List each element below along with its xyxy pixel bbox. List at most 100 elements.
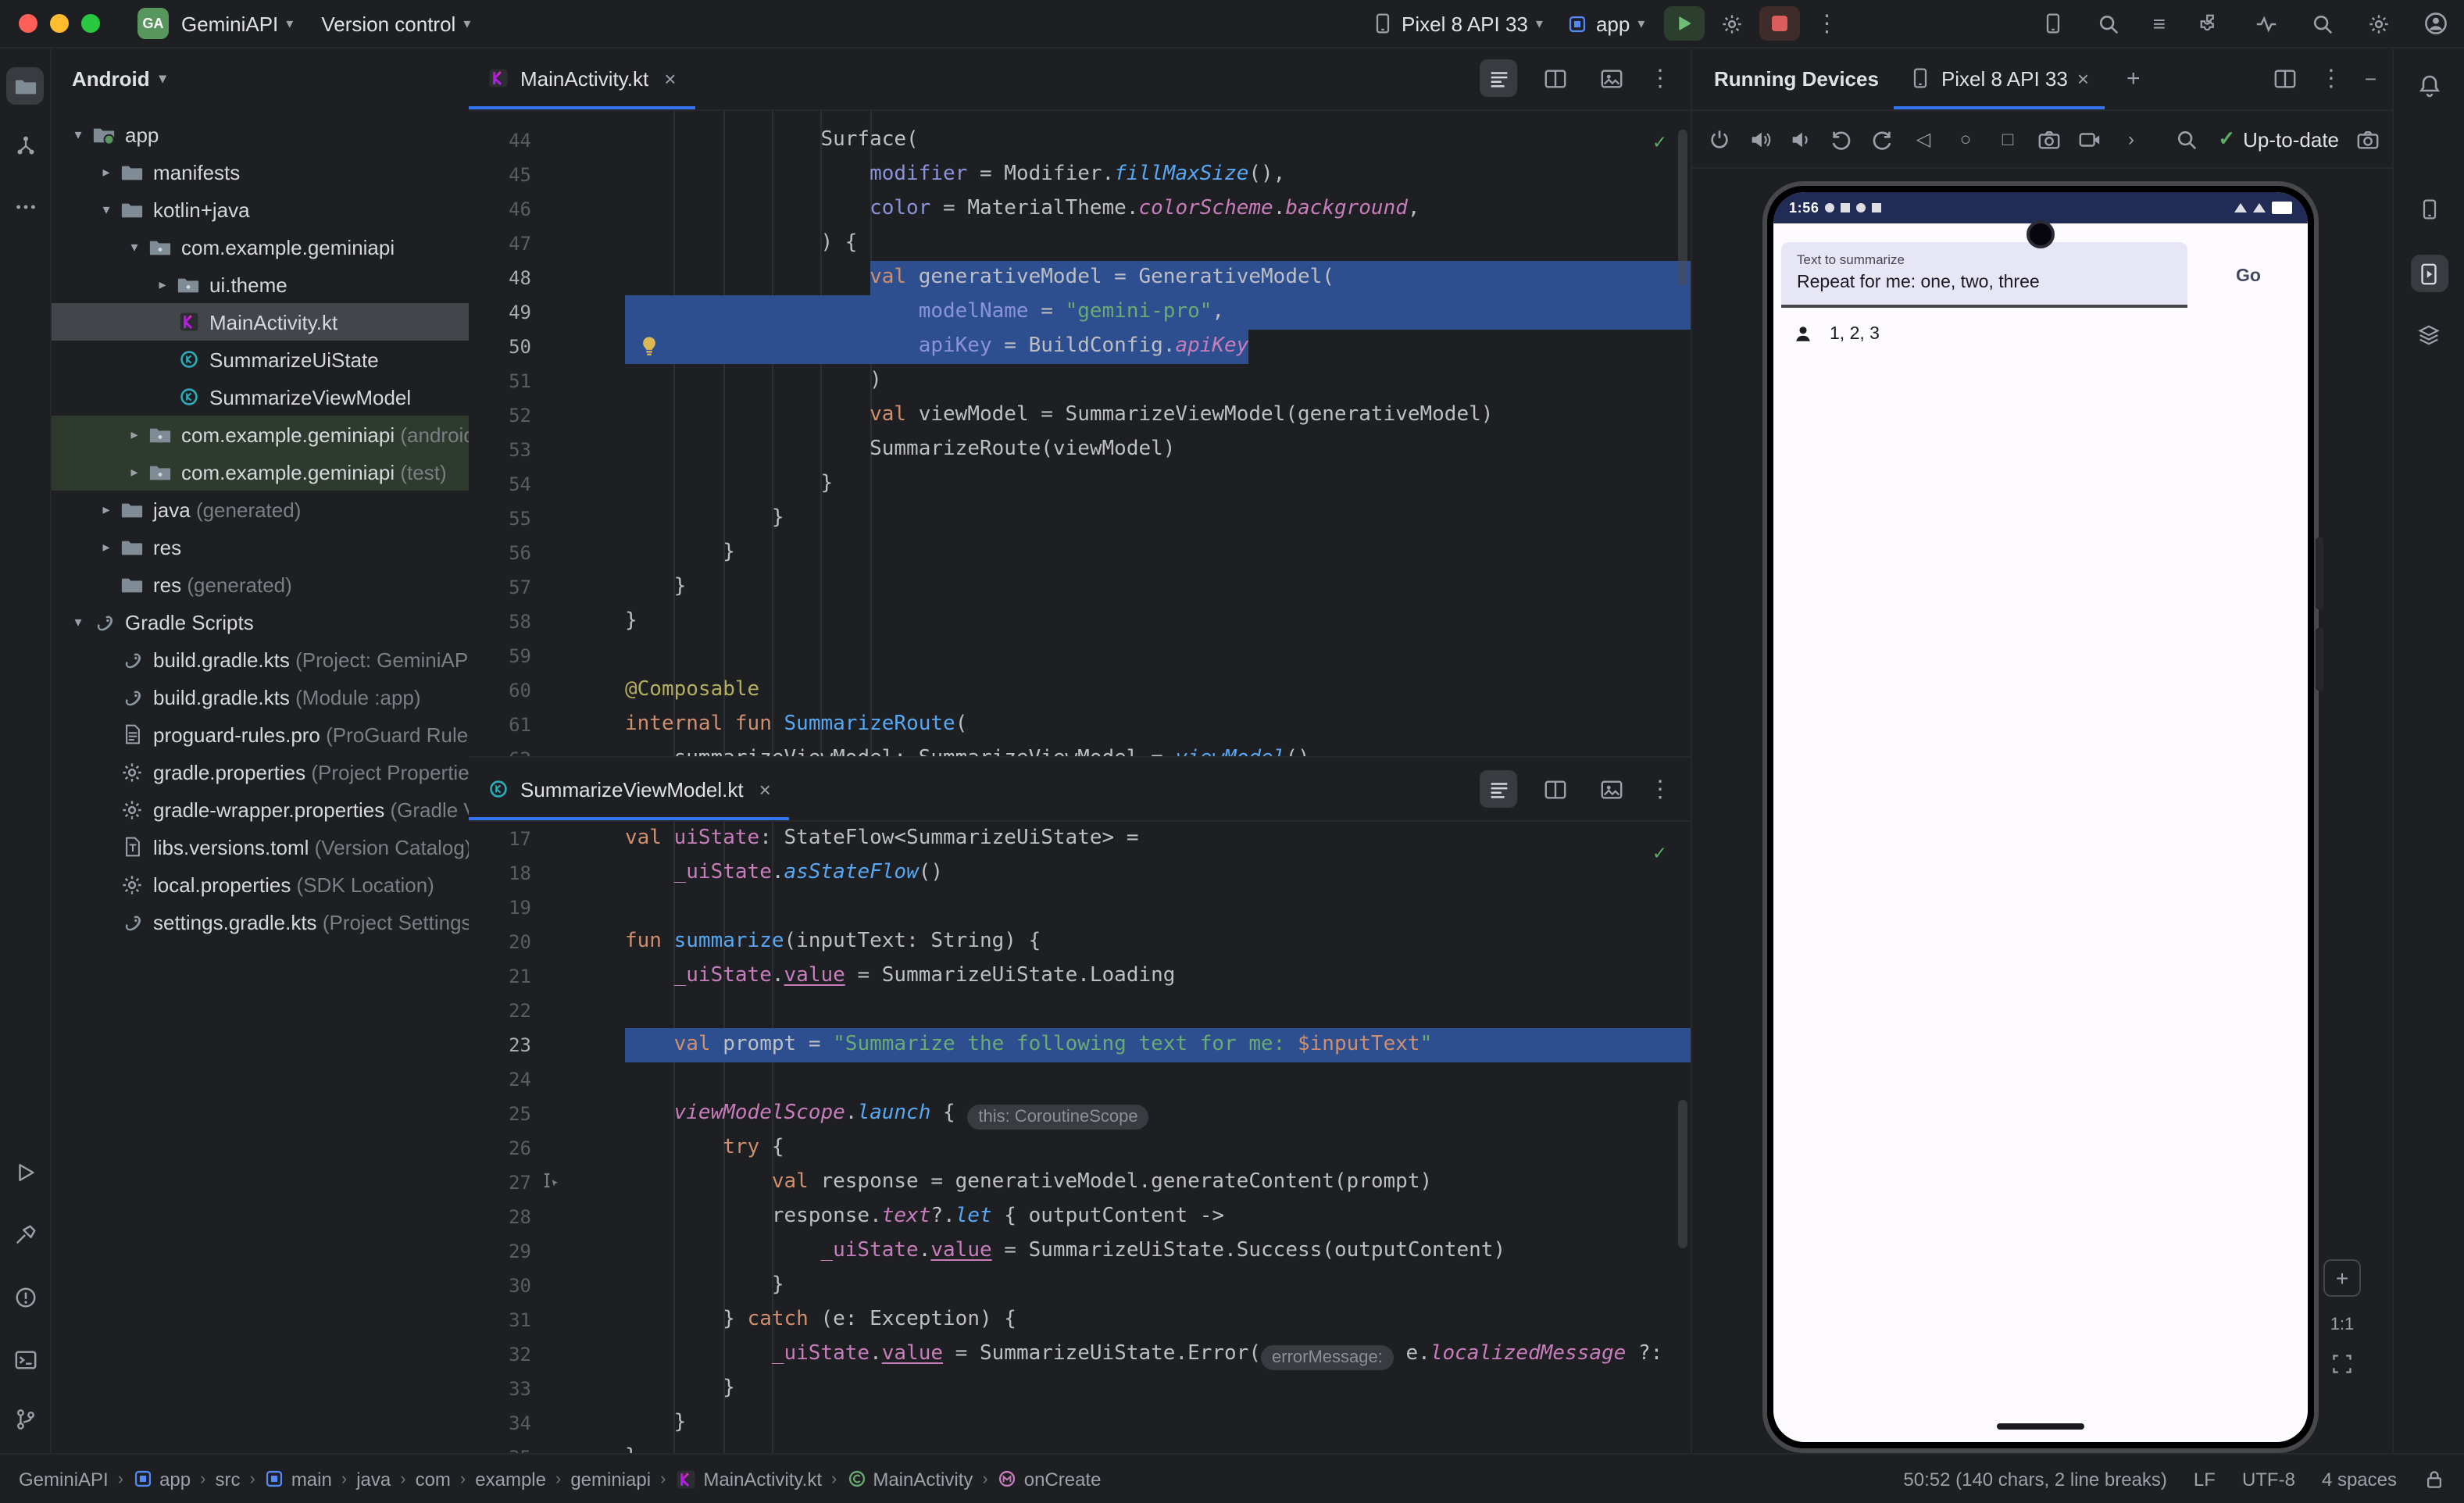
zoom-in-button[interactable]: + (2323, 1259, 2361, 1297)
tree-item-settings-gradle-kts-project-settings-[interactable]: settings.gradle.kts (Project Settings) (50, 903, 469, 941)
tree-item-res-generated-[interactable]: res (generated) (50, 566, 469, 603)
code-view-button[interactable] (1480, 770, 1517, 808)
panel-more-icon[interactable]: ⋮ (2319, 64, 2343, 92)
plugins-icon[interactable] (2198, 12, 2222, 35)
menu-lines-icon[interactable]: ≡ (2153, 11, 2166, 36)
device-manager-tool-button[interactable] (2410, 191, 2448, 228)
run-configuration-selector[interactable]: app ▾ (1568, 12, 1644, 35)
code-line-19[interactable]: 19 (469, 891, 1691, 925)
tree-item-mainactivity-kt[interactable]: MainActivity.kt (50, 303, 469, 341)
line-number[interactable]: 31 (469, 1303, 531, 1337)
line-number[interactable]: 20 (469, 925, 531, 959)
screen-record-icon[interactable] (2078, 127, 2102, 151)
go-button[interactable]: Go (2236, 267, 2261, 286)
running-devices-tool-button[interactable] (2410, 255, 2448, 292)
code-line-49[interactable]: 49 modelName = "gemini-pro", (469, 295, 1691, 330)
code-view-button[interactable] (1480, 59, 1517, 97)
run-tool-button[interactable] (6, 1153, 44, 1191)
line-number[interactable]: 52 (469, 398, 531, 433)
code-line-51[interactable]: 51 ) (469, 364, 1691, 398)
line-number[interactable]: 17 (469, 822, 531, 856)
tree-item-java-generated-[interactable]: ▸java (generated) (50, 491, 469, 528)
code-line-17[interactable]: 17val uiState: StateFlow<SummarizeUiStat… (469, 822, 1691, 856)
tree-item-res[interactable]: ▸res (50, 528, 469, 566)
code-line-32[interactable]: 32 _uiState.value = SummarizeUiState.Err… (469, 1337, 1691, 1372)
chevron-right-icon[interactable]: › (2119, 128, 2144, 150)
line-number[interactable]: 57 (469, 570, 531, 605)
breadcrumb-item-example[interactable]: example (475, 1468, 546, 1490)
editor-mainactivity[interactable]: ✓ 44 Surface(45 modifier = Modifier.fill… (469, 111, 1691, 756)
code-line-20[interactable]: 20fun summarize(inputText: String) { (469, 925, 1691, 959)
breadcrumb-item-java[interactable]: java (356, 1468, 391, 1490)
code-line-27[interactable]: 27 val response = generativeModel.genera… (469, 1166, 1691, 1200)
project-menu[interactable]: GeminiAPI ▾ (181, 12, 293, 35)
breadcrumb-item-main[interactable]: main (265, 1468, 332, 1490)
code-line-47[interactable]: 47 ) { (469, 227, 1691, 261)
fit-to-window-icon[interactable] (2331, 1353, 2353, 1375)
scrollbar-thumb[interactable] (1678, 130, 1687, 286)
tree-item-build-gradle-kts-project-geminiapi-[interactable]: build.gradle.kts (Project: GeminiAPI) (50, 641, 469, 678)
line-number[interactable]: 54 (469, 467, 531, 502)
snapshot-camera-icon[interactable] (2356, 127, 2380, 151)
code-line-23[interactable]: 23 val prompt = "Summarize the following… (469, 1028, 1691, 1062)
line-number[interactable]: 33 (469, 1372, 531, 1406)
zoom-icon[interactable] (2174, 127, 2198, 151)
code-line-62[interactable]: 62 summarizeViewModel: SummarizeViewMode… (469, 742, 1691, 756)
caret-position[interactable]: 50:52 (140 chars, 2 line breaks) (1903, 1468, 2167, 1490)
line-number[interactable]: 27 (469, 1166, 531, 1200)
settings-gear-icon[interactable] (2367, 12, 2391, 35)
line-number[interactable]: 58 (469, 605, 531, 639)
device-selector[interactable]: Pixel 8 API 33 ▾ (1372, 12, 1543, 35)
line-number[interactable]: 26 (469, 1131, 531, 1166)
caret-marker-icon[interactable] (541, 1170, 561, 1191)
breadcrumb-item-oncreate[interactable]: onCreate (998, 1468, 1102, 1490)
tree-item-libs-versions-toml-version-catalog-[interactable]: libs.versions.toml (Version Catalog) (50, 828, 469, 866)
code-line-57[interactable]: 57 } (469, 570, 1691, 605)
tree-item-gradle-scripts[interactable]: ▾Gradle Scripts (50, 603, 469, 641)
tree-item-summarizeviewmodel[interactable]: SummarizeViewModel (50, 378, 469, 416)
line-separator[interactable]: LF (2194, 1468, 2216, 1490)
breadcrumb-item-mainactivity[interactable]: MainActivity (846, 1468, 973, 1490)
more-actions-icon[interactable]: ⋮ (1815, 9, 1838, 37)
line-number[interactable]: 53 (469, 433, 531, 467)
field-value[interactable]: Repeat for me: one, two, three (1797, 273, 2172, 292)
text-to-summarize-field[interactable]: Text to summarize Repeat for me: one, tw… (1781, 242, 2187, 308)
line-number[interactable]: 24 (469, 1062, 531, 1097)
chevron-expanded-icon[interactable]: ▾ (94, 201, 119, 218)
project-tool-button[interactable] (6, 67, 44, 105)
tree-item-proguard-rules-pro-proguard-rules-for-release-[interactable]: proguard-rules.pro (ProGuard Rules for "… (50, 716, 469, 753)
line-number[interactable]: 28 (469, 1200, 531, 1234)
code-line-28[interactable]: 28 response.text?.let { outputContent -> (469, 1200, 1691, 1234)
editor-more-icon[interactable]: ⋮ (1648, 64, 1672, 92)
build-settings-gear-icon[interactable] (1719, 12, 1743, 35)
tree-item-gradle-properties-project-properties-[interactable]: gradle.properties (Project Properties) (50, 753, 469, 791)
volume-down-icon[interactable] (1789, 127, 1812, 151)
code-line-31[interactable]: 31 } catch (e: Exception) { (469, 1303, 1691, 1337)
line-number[interactable]: 25 (469, 1097, 531, 1131)
close-tab-icon[interactable]: × (2077, 66, 2089, 90)
search-everywhere-icon[interactable] (2311, 12, 2334, 35)
terminal-tool-button[interactable] (6, 1341, 44, 1378)
close-window-button[interactable] (19, 14, 37, 33)
code-line-61[interactable]: 61internal fun SummarizeRoute( (469, 708, 1691, 742)
chevron-collapsed-icon[interactable]: ▸ (94, 538, 119, 555)
line-number[interactable]: 29 (469, 1234, 531, 1269)
line-number[interactable]: 51 (469, 364, 531, 398)
structure-tool-button[interactable] (6, 127, 44, 164)
breadcrumb-item-app[interactable]: app (133, 1468, 191, 1490)
tab-summarizeviewmodel[interactable]: SummarizeViewModel.kt × (469, 758, 790, 820)
code-line-22[interactable]: 22 (469, 994, 1691, 1028)
line-number[interactable]: 62 (469, 742, 531, 756)
line-number[interactable]: 19 (469, 891, 531, 925)
line-number[interactable]: 56 (469, 536, 531, 570)
editor-summarizeviewmodel[interactable]: ✓ 17val uiState: StateFlow<SummarizeUiSt… (469, 822, 1691, 1458)
user-avatar-icon[interactable] (2423, 11, 2448, 36)
code-line-52[interactable]: 52 val viewModel = SummarizeViewModel(ge… (469, 398, 1691, 433)
tree-item-kotlin-java[interactable]: ▾kotlin+java (50, 191, 469, 228)
line-number[interactable]: 50 (469, 330, 531, 364)
line-number[interactable]: 59 (469, 639, 531, 673)
code-line-46[interactable]: 46 color = MaterialTheme.colorScheme.bac… (469, 192, 1691, 227)
device-tab[interactable]: Pixel 8 API 33 × (1894, 47, 2105, 109)
chevron-collapsed-icon[interactable]: ▸ (94, 163, 119, 180)
emulator-screen[interactable]: 1:56 Text to summarize Repeat for me: on… (1773, 192, 2308, 1442)
